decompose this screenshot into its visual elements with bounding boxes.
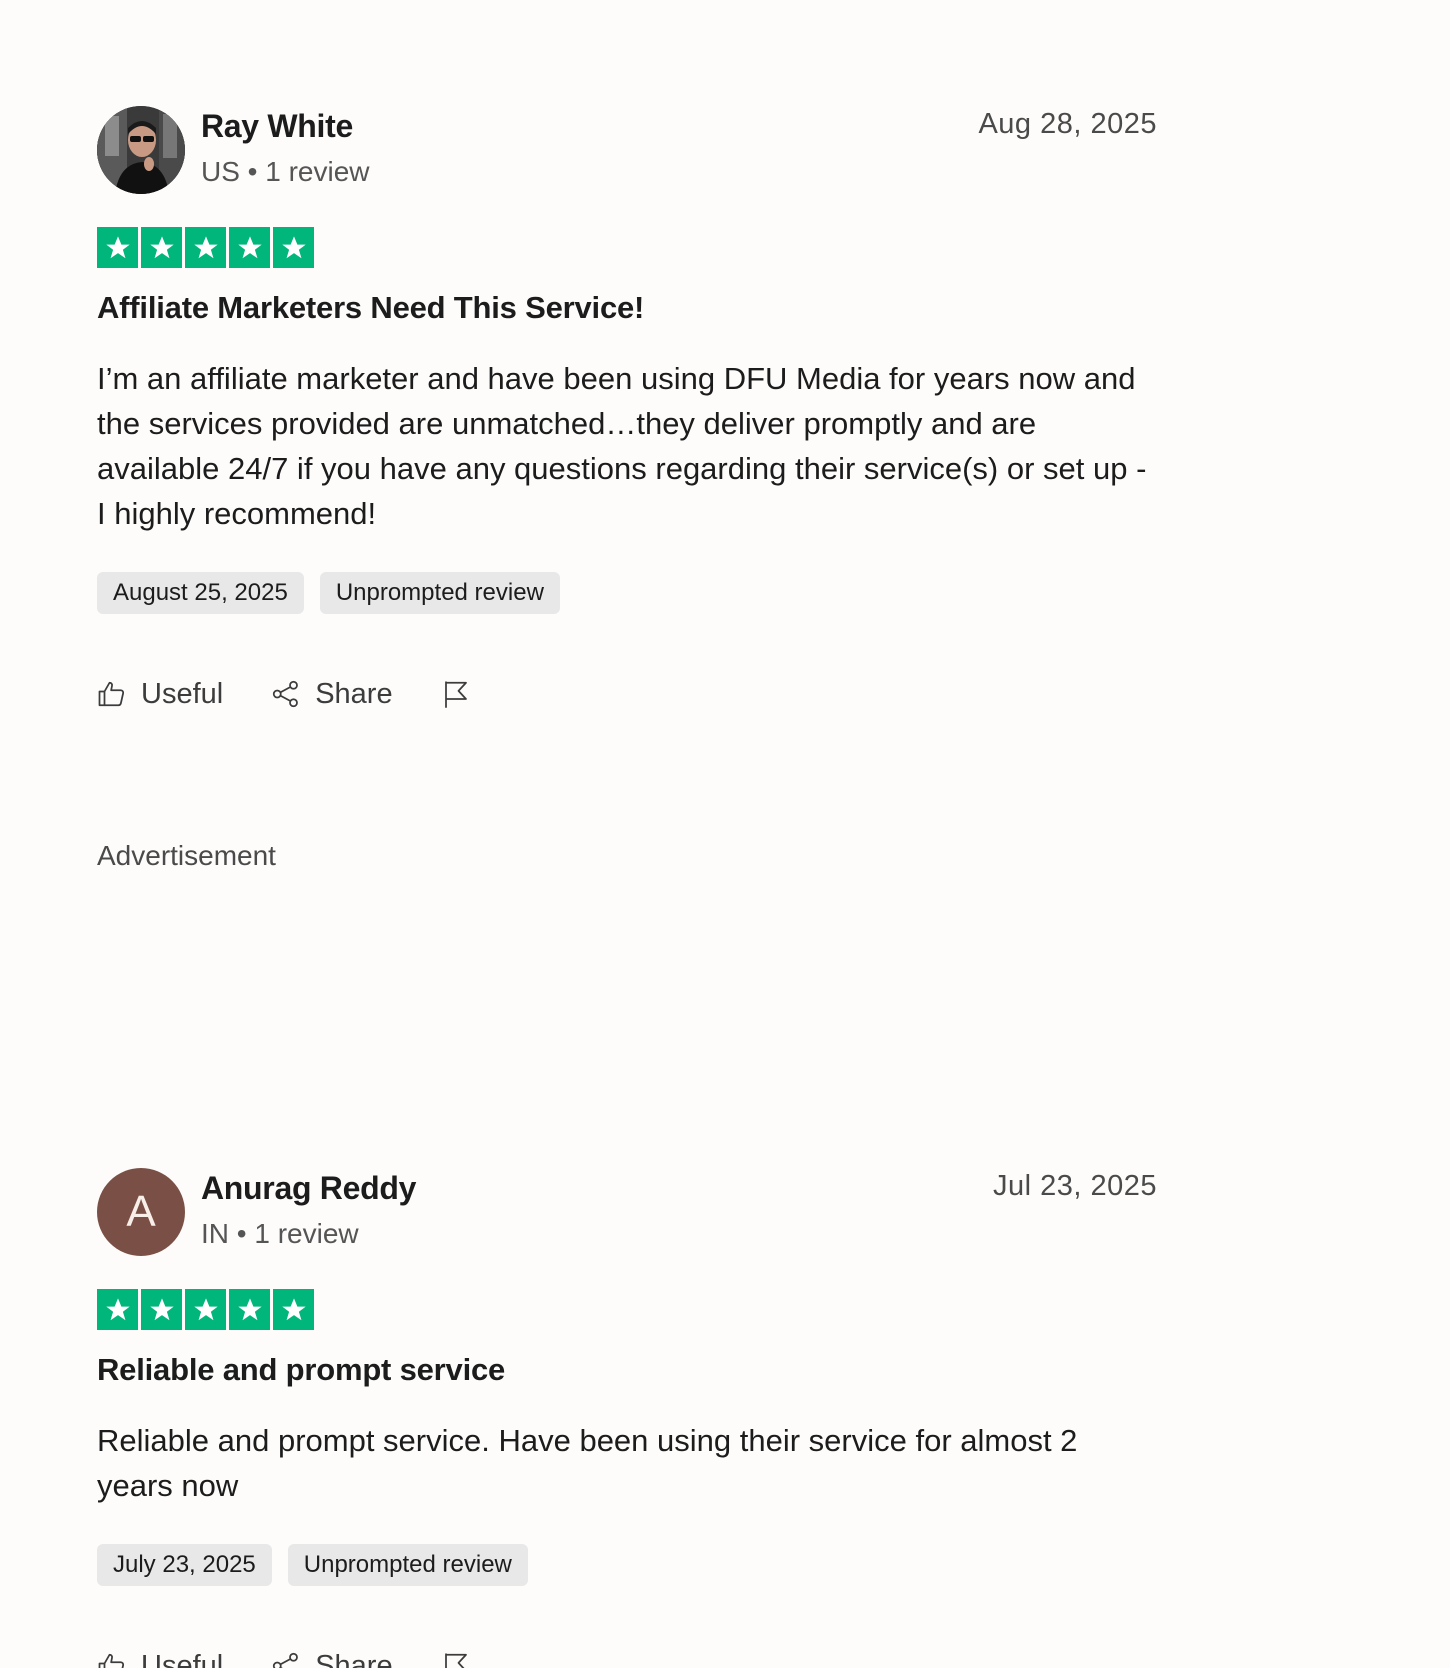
- star-icon: [229, 227, 270, 268]
- review-actions: Useful Share: [97, 676, 1157, 712]
- star-icon: [141, 1289, 182, 1330]
- reviewer-name[interactable]: Anurag Reddy: [201, 1170, 416, 1207]
- experience-date-badge: July 23, 2025: [97, 1544, 272, 1586]
- reviewer-meta: US • 1 review: [201, 156, 370, 187]
- report-button[interactable]: [441, 679, 471, 709]
- share-icon: [273, 680, 299, 708]
- unprompted-review-badge[interactable]: Unprompted review: [319, 572, 560, 614]
- star-icon: [273, 227, 314, 268]
- review-title[interactable]: Affiliate Marketers Need This Service!: [97, 290, 1157, 326]
- reviewer-meta: IN • 1 review: [201, 1218, 359, 1249]
- unprompted-review-badge[interactable]: Unprompted review: [287, 1544, 528, 1586]
- review-body: Reliable and prompt service. Have been u…: [97, 1423, 1078, 1503]
- reviews-page: Ray White US • 1 review Aug 28, 2025 Aff…: [0, 0, 1450, 1668]
- thumbs-up-icon: [98, 681, 125, 707]
- review-body: I’m an affiliate marketer and have been …: [97, 361, 1147, 531]
- avatar[interactable]: [97, 106, 185, 194]
- review-title[interactable]: Reliable and prompt service: [97, 1352, 1157, 1388]
- share-icon: [273, 1652, 299, 1668]
- star-icon: [97, 1289, 138, 1330]
- star-icon: [185, 227, 226, 268]
- review-card: Ray White US • 1 review Aug 28, 2025 Aff…: [97, 106, 1157, 712]
- star-rating: [97, 227, 1157, 268]
- useful-button[interactable]: Useful: [97, 678, 223, 711]
- experience-date-badge: August 25, 2025: [97, 572, 304, 614]
- star-icon: [97, 227, 138, 268]
- star-icon: [185, 1289, 226, 1330]
- useful-button[interactable]: Useful: [97, 1650, 223, 1668]
- review-date: Aug 28, 2025: [978, 108, 1157, 140]
- share-label: Share: [315, 1649, 393, 1668]
- avatar[interactable]: A: [97, 1168, 185, 1256]
- review-tags: August 25, 2025 Unprompted review: [97, 572, 1157, 614]
- report-button[interactable]: [441, 1651, 471, 1668]
- star-rating: [97, 1289, 1157, 1330]
- share-button[interactable]: Share: [271, 677, 393, 711]
- star-icon: [273, 1289, 314, 1330]
- share-label: Share: [315, 677, 393, 710]
- share-button[interactable]: Share: [271, 1649, 393, 1668]
- avatar-photo-icon: [97, 106, 185, 194]
- useful-label: Useful: [141, 1649, 224, 1668]
- advertisement-label: Advertisement: [97, 840, 276, 871]
- review-date: Jul 23, 2025: [992, 1170, 1157, 1202]
- thumbs-up-icon: [98, 1653, 125, 1668]
- star-icon: [141, 227, 182, 268]
- flag-icon: [444, 681, 467, 708]
- star-icon: [229, 1289, 270, 1330]
- review-tags: July 23, 2025 Unprompted review: [97, 1544, 1157, 1586]
- flag-icon: [444, 1653, 467, 1668]
- review-card: A Anurag Reddy IN • 1 review Jul 23, 202…: [97, 1168, 1157, 1668]
- avatar-initial: A: [126, 1187, 156, 1236]
- review-header: Ray White US • 1 review Aug 28, 2025: [97, 106, 1157, 196]
- reviewer-name[interactable]: Ray White: [201, 108, 353, 145]
- useful-label: Useful: [141, 677, 224, 710]
- review-actions: Useful Share: [97, 1648, 1157, 1668]
- review-header: A Anurag Reddy IN • 1 review Jul 23, 202…: [97, 1168, 1157, 1258]
